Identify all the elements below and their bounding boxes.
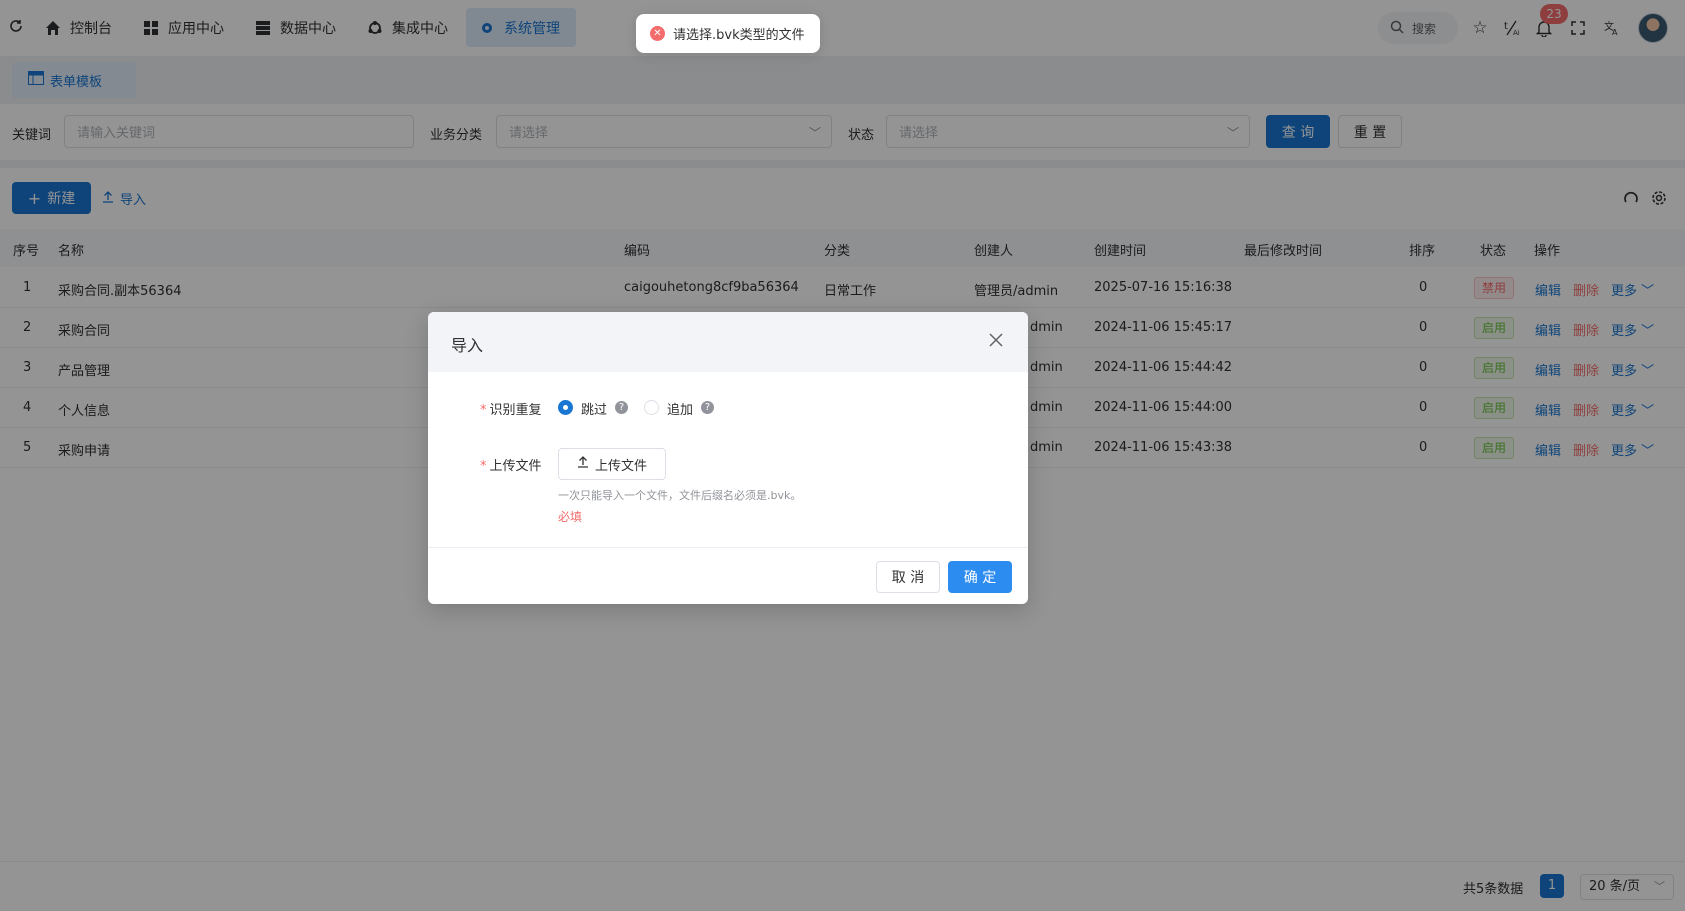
dialog-header: [428, 312, 1028, 372]
import-dialog: 导入 * 识别重复 跳过 ? 追加 ? * 上传文件 上传文件 一次只能导入一个文件…: [428, 312, 1028, 604]
radio-append-label: 追加: [667, 403, 694, 418]
error-toast: ✕ 请选择.bvk类型的文件: [636, 14, 820, 53]
radio-skip-label: 跳过: [581, 403, 608, 418]
dialog-title: 导入: [451, 336, 484, 355]
upload-button-label: 上传文件: [594, 458, 647, 474]
upload-label: * 上传文件: [480, 459, 542, 474]
error-icon: ✕: [650, 26, 665, 41]
upload-file-button[interactable]: 上传文件: [558, 448, 666, 480]
required-error: 必填: [558, 510, 583, 524]
radio-append[interactable]: [644, 400, 659, 415]
close-icon[interactable]: [988, 332, 1006, 350]
upload-hint: 一次只能导入一个文件，文件后缀名必须是.bvk。: [558, 489, 802, 502]
help-icon[interactable]: ?: [701, 401, 714, 414]
radio-skip[interactable]: [558, 400, 573, 415]
cancel-button[interactable]: 取 消: [876, 561, 940, 593]
toast-message: 请选择.bvk类型的文件: [673, 28, 805, 43]
help-icon[interactable]: ?: [615, 401, 628, 414]
confirm-button[interactable]: 确 定: [948, 561, 1012, 593]
upload-icon: [577, 456, 589, 472]
dialog-footer-divider: [428, 547, 1028, 548]
duplicate-label: * 识别重复: [480, 403, 542, 418]
